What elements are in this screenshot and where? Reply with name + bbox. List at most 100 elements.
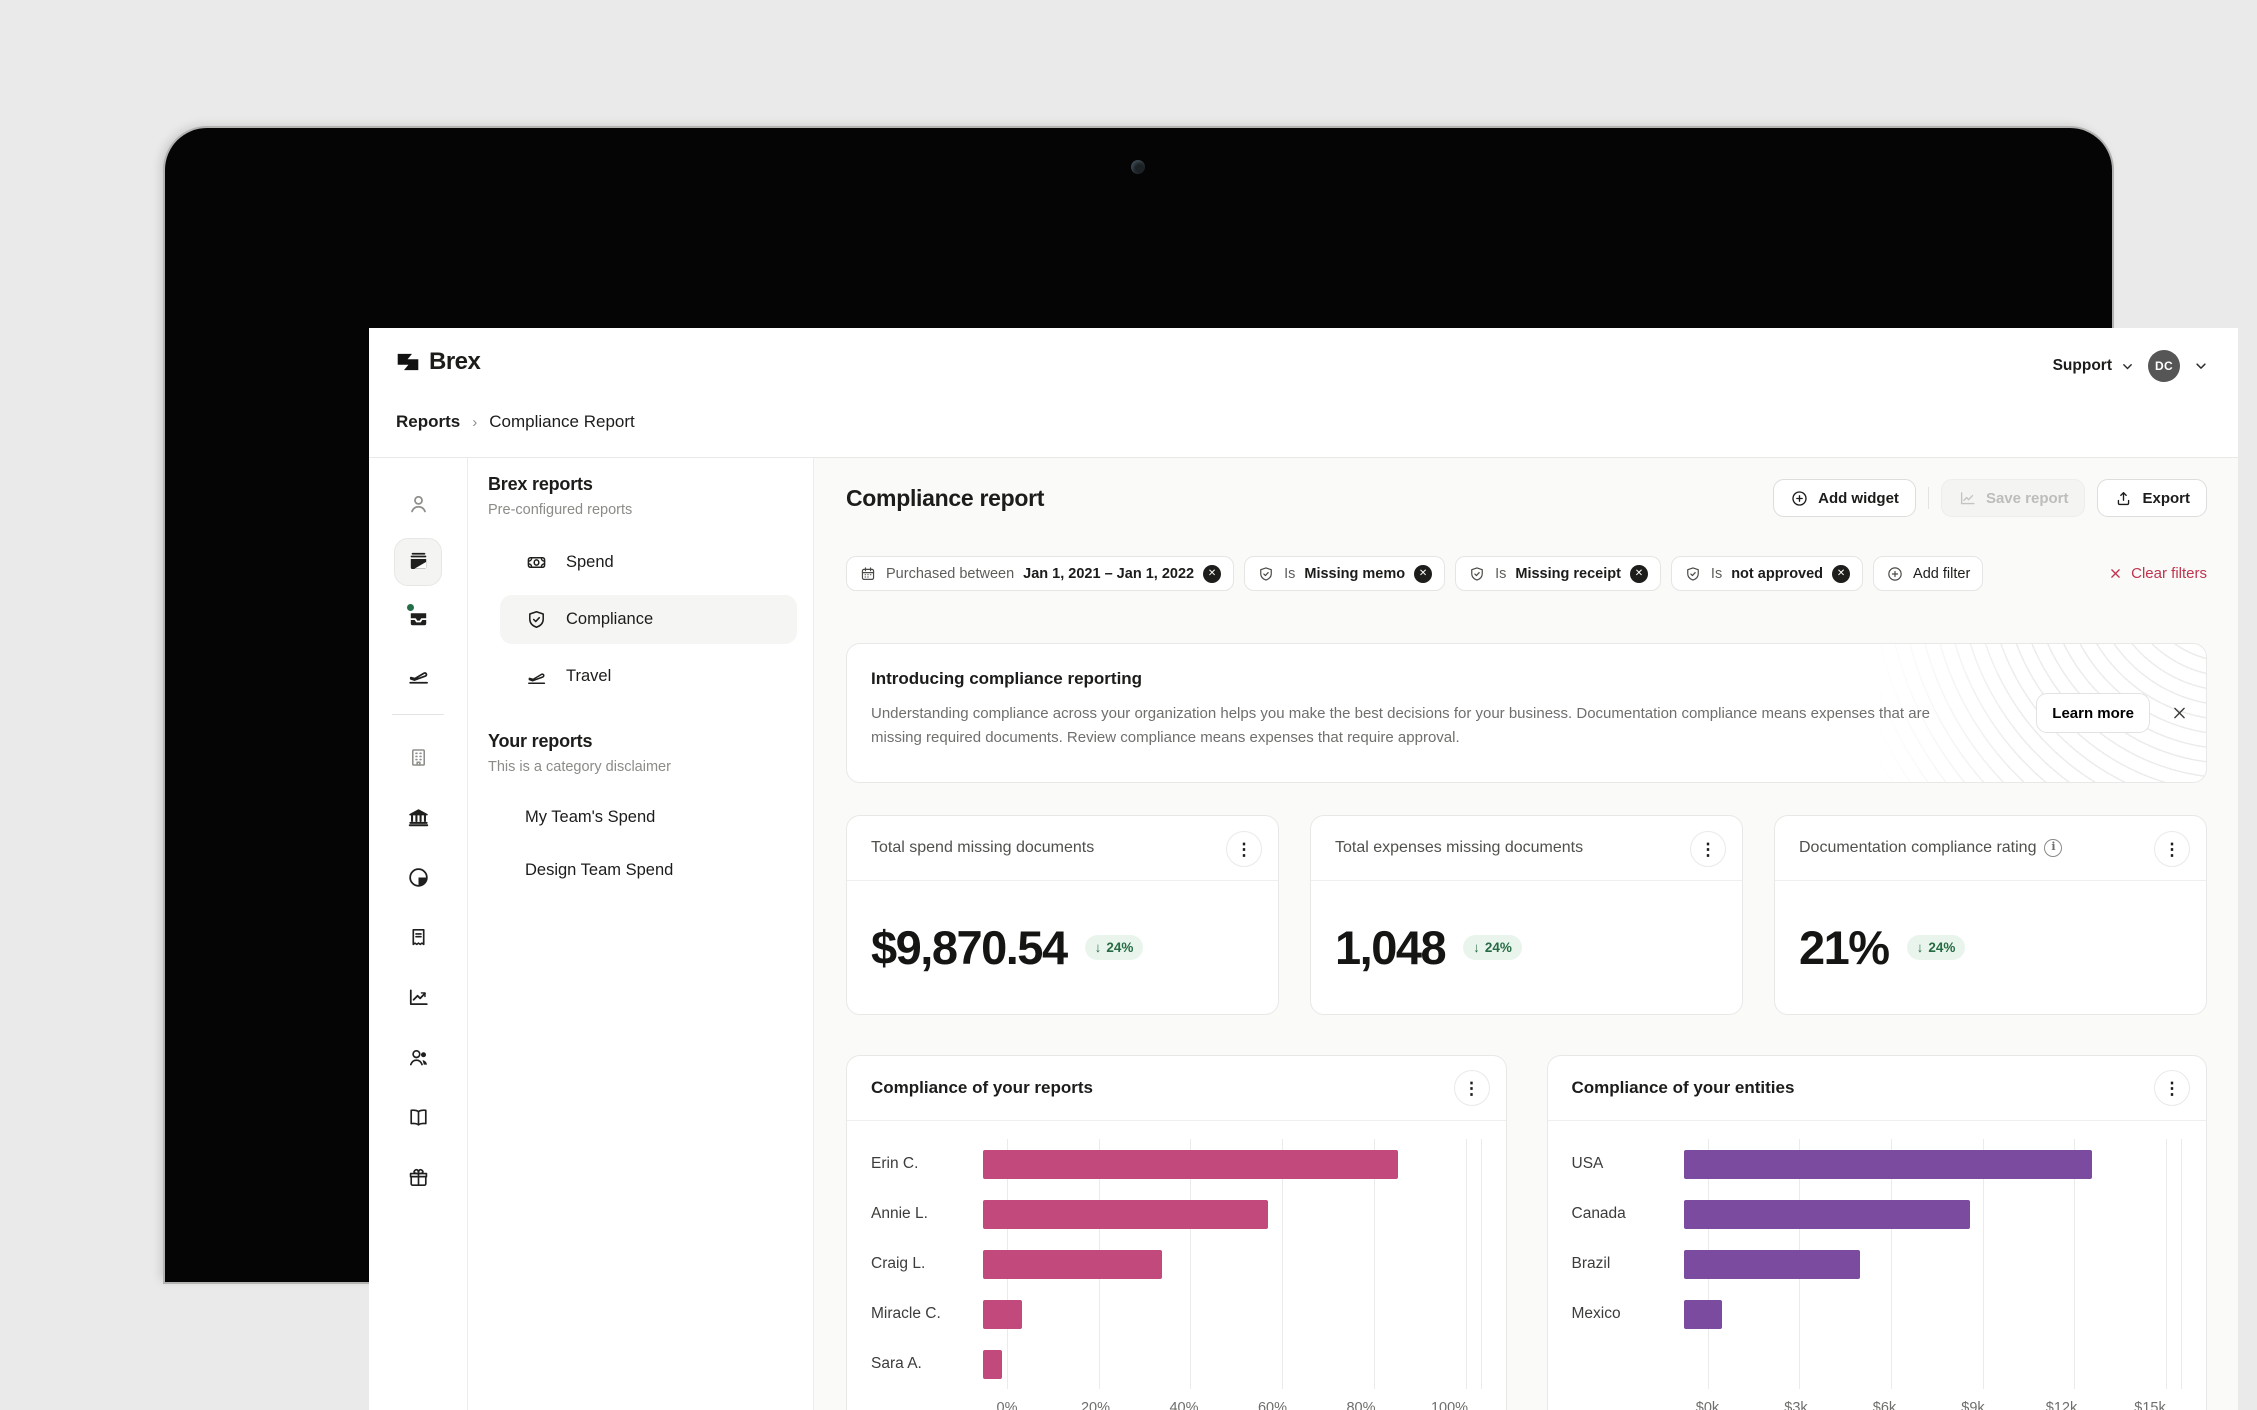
chart-title: Compliance of your reports [871,1078,1093,1098]
sidebar-item-spend[interactable]: Spend [500,538,797,587]
icon-rail [369,458,468,1410]
add-filter-button[interactable]: Add filter [1873,556,1983,591]
category-label: Canada [1572,1205,1684,1223]
filter-chip-missing-memo[interactable]: Is Missing memo ✕ [1244,556,1445,591]
avatar[interactable]: DC [2148,350,2180,382]
bar-mexico[interactable] [1684,1300,1723,1329]
rail-item-book[interactable] [406,1087,431,1147]
bar-brazil[interactable] [1684,1250,1861,1279]
bar-usa[interactable] [1684,1150,2093,1179]
rail-item-receipt[interactable] [406,907,431,967]
rail-item-building[interactable] [406,727,431,787]
plus-circle-icon [1886,565,1904,583]
filter-chip-missing-receipt[interactable]: Is Missing receipt ✕ [1455,556,1661,591]
rail-divider [392,714,444,715]
breadcrumb-reports[interactable]: Reports [396,412,460,432]
sidebar-section-title: Brex reports [488,474,797,495]
sidebar-item-label: My Team's Spend [525,808,655,827]
chart-row: Mexico [1572,1289,2167,1339]
rail-item-person[interactable] [406,476,431,533]
shield-check-icon [1684,565,1702,583]
chart-row: Miracle C. [871,1289,1466,1339]
sidebar-item-compliance[interactable]: Compliance [500,595,797,644]
remove-filter-icon[interactable]: ✕ [1414,565,1432,583]
plus-circle-icon [1790,489,1809,508]
support-menu[interactable]: Support [2053,357,2136,375]
axis-tick: $3k [1784,1400,1807,1410]
axis-tick: 80% [1346,1400,1375,1410]
export-button[interactable]: Export [2097,479,2207,517]
rail-item-travel[interactable] [406,647,431,704]
arrow-down-icon: ↓ [1095,940,1102,955]
sidebar-item-my-teams-spend[interactable]: My Team's Spend [500,795,797,840]
remove-filter-icon[interactable]: ✕ [1630,565,1648,583]
remove-filter-icon[interactable]: ✕ [1832,565,1850,583]
export-icon [2114,489,2133,508]
rail-item-gift[interactable] [406,1147,431,1207]
rail-item-inbox[interactable] [406,590,431,647]
rail-item-pie[interactable] [406,847,431,907]
bank-icon [406,805,431,830]
chart-line-icon [1958,489,1977,508]
sidebar-section-subtitle: Pre-configured reports [488,502,797,518]
kebab-menu-button[interactable]: ⋮ [1454,1070,1490,1106]
add-widget-button[interactable]: Add widget [1773,479,1916,517]
sidebar-item-design-team-spend[interactable]: Design Team Spend [500,848,797,893]
sidebar-item-label: Design Team Spend [525,861,673,880]
category-label: Brazil [1572,1255,1684,1273]
filter-chip-date[interactable]: Purchased between Jan 1, 2021 – Jan 1, 2… [846,556,1234,591]
laptop-frame: Brex Support DC Reports › Compliance Rep… [165,128,2112,1282]
bar-annie[interactable] [983,1200,1268,1229]
arrow-down-icon: ↓ [1473,940,1480,955]
sidebar-item-travel[interactable]: Travel [500,652,797,701]
receipt-icon [406,925,431,950]
kebab-menu-button[interactable]: ⋮ [2154,1070,2190,1106]
bar-canada[interactable] [1684,1200,1970,1229]
banner-close-icon[interactable] [2170,704,2189,723]
stat-title: Documentation compliance rating i [1799,831,2062,859]
chart-card-reports: Compliance of your reports ⋮ Erin C. [846,1055,1507,1410]
bar-chart: Erin C. Annie L. Craig L. [847,1121,1506,1410]
remove-filter-icon[interactable]: ✕ [1203,565,1221,583]
account-chevron-down-icon[interactable] [2192,357,2210,375]
sidebar-item-label: Travel [566,667,611,686]
clear-filters-button[interactable]: Clear filters [2108,565,2207,582]
rail-active-highlight [394,538,442,586]
stat-card-total-spend: Total spend missing documents ⋮ $9,870.5… [846,815,1279,1015]
kebab-menu-button[interactable]: ⋮ [1226,831,1262,867]
save-report-button[interactable]: Save report [1941,479,2086,517]
bar-sara[interactable] [983,1350,1002,1379]
breadcrumb-page: Compliance Report [489,412,635,432]
chart-row-empty [1572,1339,2167,1389]
stat-value: 21% [1799,920,1889,975]
axis-tick: 40% [1169,1400,1198,1410]
shield-check-icon [1468,565,1486,583]
rail-item-bank[interactable] [406,787,431,847]
plane-icon [525,665,548,688]
rail-item-wallet[interactable] [394,533,442,590]
brex-logo-icon [395,349,421,375]
kebab-menu-button[interactable]: ⋮ [1690,831,1726,867]
app-header: Brex Support DC Reports › Compliance Rep… [369,328,2238,458]
bar-erin[interactable] [983,1150,1398,1179]
webcam-dot [1131,160,1145,174]
learn-more-button[interactable]: Learn more [2036,693,2150,733]
axis-tick: $9k [1961,1400,1984,1410]
bar-miracle[interactable] [983,1300,1022,1329]
bar-craig[interactable] [983,1250,1162,1279]
app-window: Brex Support DC Reports › Compliance Rep… [369,328,2238,1410]
category-label: USA [1572,1155,1684,1173]
stat-card-total-expenses: Total expenses missing documents ⋮ 1,048… [1310,815,1743,1015]
rail-item-trend[interactable] [406,967,431,1027]
delta-badge: ↓24% [1463,935,1522,960]
category-label: Sara A. [871,1355,983,1373]
category-label: Annie L. [871,1205,983,1223]
team-icon [406,1045,431,1070]
filter-chip-not-approved[interactable]: Is not approved ✕ [1671,556,1863,591]
kebab-menu-button[interactable]: ⋮ [2154,831,2190,867]
chart-title: Compliance of your entities [1572,1078,1795,1098]
person-icon [406,492,431,517]
info-icon[interactable]: i [2044,839,2062,857]
shield-check-icon [1257,565,1275,583]
rail-item-team[interactable] [406,1027,431,1087]
